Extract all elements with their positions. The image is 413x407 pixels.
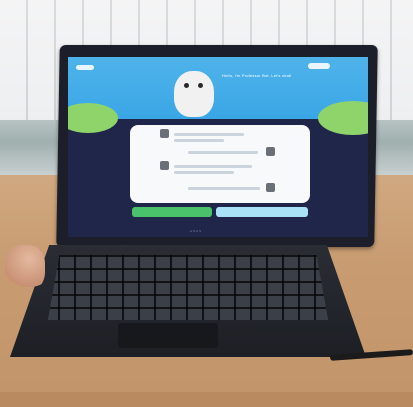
mascot-icon [174,71,214,117]
laptop-brand-label: ASUS [190,229,203,233]
message-line [188,151,258,154]
hill-shape [68,103,118,133]
message-line [174,133,244,136]
laptop-screen: Hello, I'm Professor Bot. Let's chat! [68,57,368,237]
blue-input-bar[interactable] [216,207,308,217]
message-line [174,165,252,168]
message-line [174,171,234,174]
green-button[interactable] [132,207,212,217]
cloud-shape [76,65,94,70]
hand [5,245,45,291]
user-avatar-icon [266,147,275,156]
banner-text: Hello, I'm Professor Bot. Let's chat! [222,73,292,78]
screen-banner: Hello, I'm Professor Bot. Let's chat! [68,57,368,135]
user-avatar-icon [266,183,275,192]
hill-shape [318,101,368,135]
touchpad[interactable] [118,323,218,348]
chat-card [130,125,310,203]
desk-edge [0,392,413,407]
mascot-eye [184,83,189,88]
mascot-eye [198,83,203,88]
cloud-shape [308,63,330,69]
keyboard[interactable] [47,255,329,320]
bot-avatar-icon [160,129,169,138]
bot-avatar-icon [160,161,169,170]
message-line [174,139,224,142]
message-line [188,187,260,190]
photo-scene: Hello, I'm Professor Bot. Let's chat! AS… [0,0,413,407]
